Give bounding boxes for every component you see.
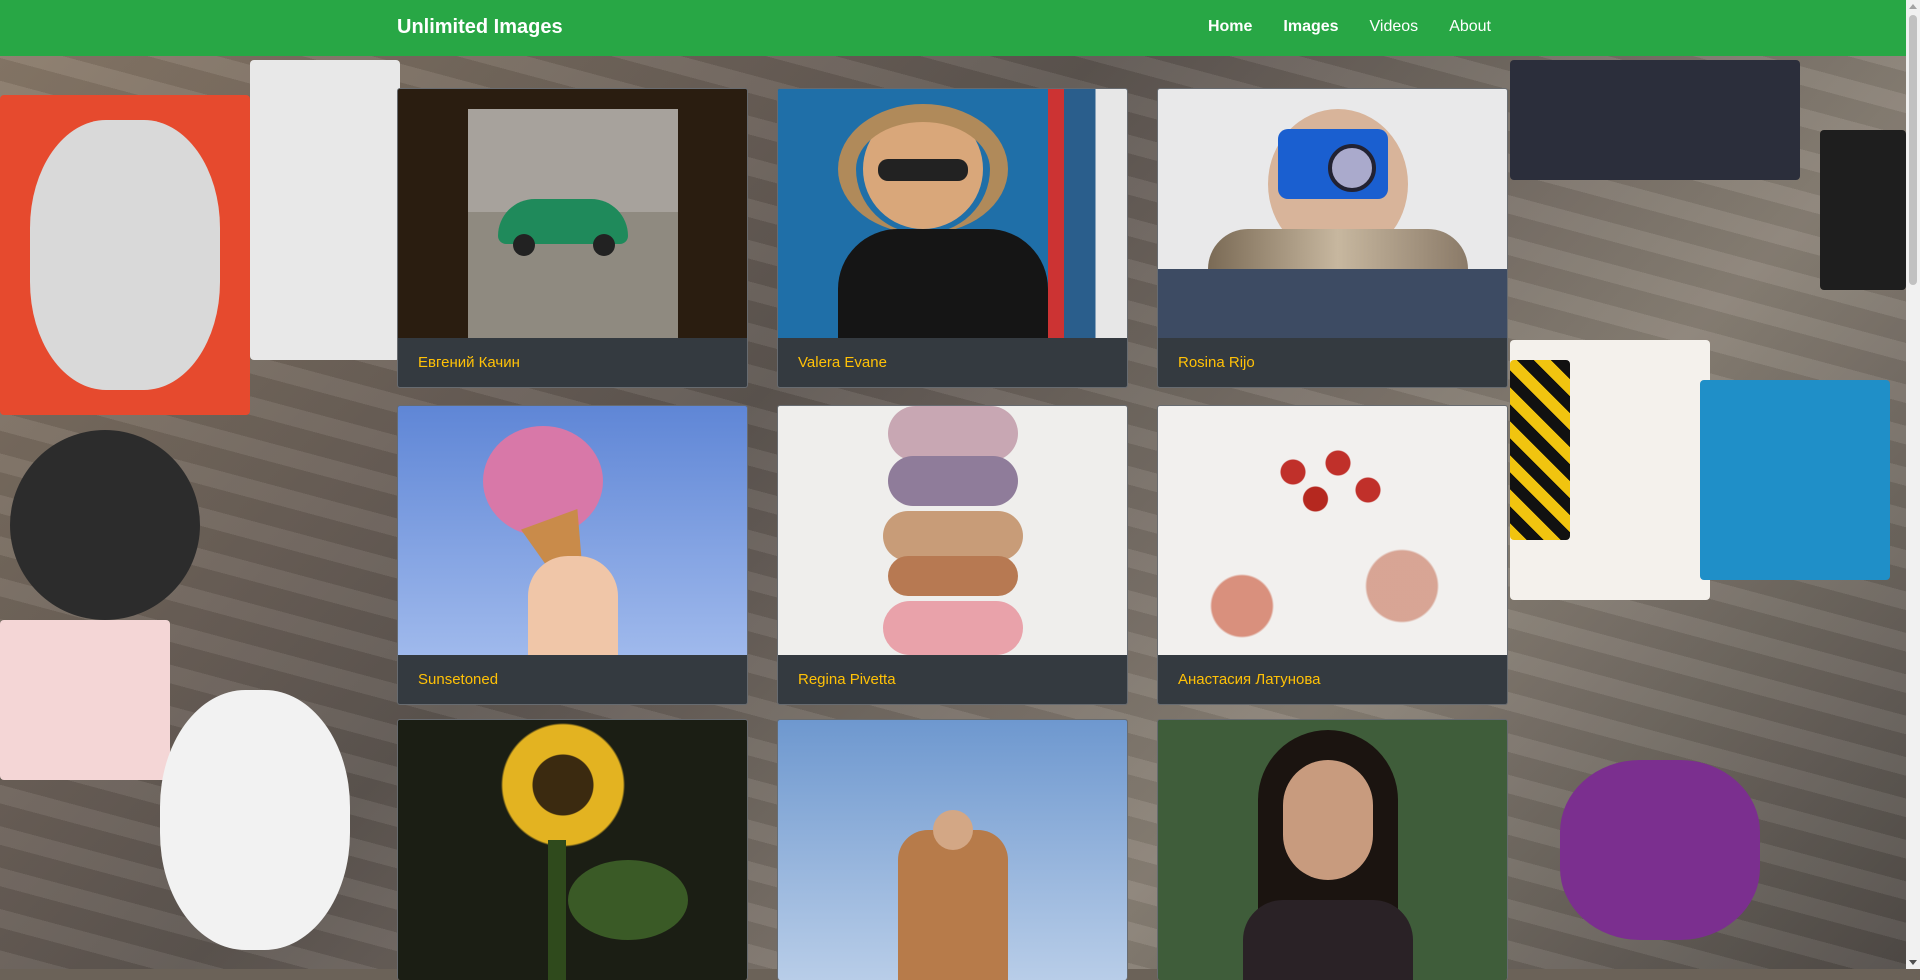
man-shirt-photo xyxy=(778,720,1127,980)
nav-link-home[interactable]: Home xyxy=(1208,18,1252,36)
woman-sunglasses-photo xyxy=(778,89,1127,338)
green-car-photo xyxy=(398,89,747,338)
card-caption: Анастасия Латунова xyxy=(1178,671,1321,688)
top-navbar: Unlimited Images Home Images Videos Abou… xyxy=(0,0,1906,56)
image-card[interactable] xyxy=(1157,719,1508,980)
nav-link-videos[interactable]: Videos xyxy=(1370,18,1419,36)
card-caption: Rosina Rijo xyxy=(1178,354,1255,371)
image-card[interactable]: Анастасия Латунова xyxy=(1157,405,1508,705)
image-card[interactable]: Rosina Rijo xyxy=(1157,88,1508,388)
macarons-photo xyxy=(778,406,1127,655)
vertical-scrollbar[interactable] xyxy=(1906,0,1920,969)
image-card[interactable]: Valera Evane xyxy=(777,88,1128,388)
image-grid-row-3 xyxy=(397,719,1508,980)
card-caption: Sunsetoned xyxy=(418,671,499,688)
camera-woman-photo xyxy=(1158,89,1507,338)
scroll-down-icon[interactable] xyxy=(1909,960,1917,965)
nav-links: Home Images Videos About xyxy=(1208,18,1491,36)
nav-link-about[interactable]: About xyxy=(1449,18,1491,36)
image-card[interactable]: Regina Pivetta xyxy=(777,405,1128,705)
image-grid: Евгений Качин Valera Evane Rosina Rijo S… xyxy=(397,88,1508,705)
scrollbar-thumb[interactable] xyxy=(1909,15,1917,285)
image-card[interactable] xyxy=(777,719,1128,980)
woman-portrait-photo xyxy=(1158,720,1507,980)
scroll-up-icon[interactable] xyxy=(1909,4,1917,9)
sunflower-photo xyxy=(398,720,747,980)
card-caption: Евгений Качин xyxy=(418,354,520,371)
image-card[interactable]: Sunsetoned xyxy=(397,405,748,705)
nav-link-images[interactable]: Images xyxy=(1283,18,1338,36)
card-caption: Valera Evane xyxy=(798,354,887,371)
red-berries-photo xyxy=(1158,406,1507,655)
flower-cone-photo xyxy=(398,406,747,655)
image-card[interactable] xyxy=(397,719,748,980)
image-card[interactable]: Евгений Качин xyxy=(397,88,748,388)
card-caption: Regina Pivetta xyxy=(798,671,896,688)
brand-title[interactable]: Unlimited Images xyxy=(397,16,563,39)
